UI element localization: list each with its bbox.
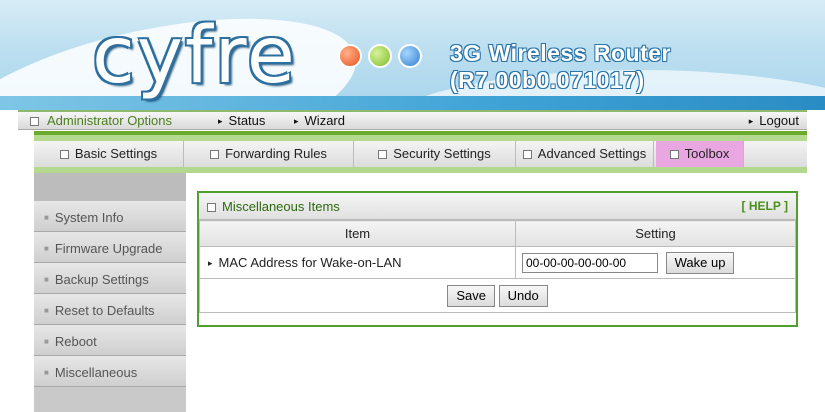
menu-status[interactable]: ▸ Status	[218, 113, 265, 128]
mac-address-input[interactable]	[522, 253, 658, 273]
sidebar-item-label: Miscellaneous	[54, 365, 138, 380]
panel-header: Miscellaneous Items [ HELP ]	[199, 193, 796, 220]
sidebar-item-miscellaneous[interactable]: ■ Miscellaneous	[34, 356, 186, 387]
sidebar-item-system-info[interactable]: ■ System Info	[34, 201, 186, 232]
tab-advanced-settings[interactable]: Advanced Settings	[516, 141, 654, 167]
panel-title: Miscellaneous Items	[222, 199, 340, 214]
tab-toolbox[interactable]: Toolbox	[656, 141, 744, 167]
red-dot-icon	[338, 44, 362, 68]
green-dot-icon	[368, 44, 392, 68]
sidebar-item-label: Firmware Upgrade	[54, 241, 163, 256]
settings-table: Item Setting ▸ MAC Address for Wake-on-LA…	[199, 220, 796, 313]
square-icon	[522, 150, 532, 159]
sidebar-item-label: Reboot	[54, 334, 97, 349]
setting-cell: Wake up	[515, 246, 796, 279]
triangle-right-icon: ▸	[294, 116, 299, 126]
brand-logo: cyfre	[92, 6, 362, 106]
menu-label: Wizard	[304, 113, 345, 128]
menu-administrator-options[interactable]: Administrator Options	[30, 113, 172, 128]
sidebar-item-backup-settings[interactable]: ■ Backup Settings	[34, 263, 186, 294]
bullet-icon: ■	[44, 368, 49, 377]
table-header-row: Item Setting	[199, 220, 796, 247]
misc-items-panel: Miscellaneous Items [ HELP ] Item Settin…	[197, 191, 798, 327]
top-menu: Administrator Options ▸ Status ▸ Wizard ▸ L…	[18, 110, 807, 130]
triangle-right-icon: ▸	[748, 116, 754, 126]
logo-dots-icon	[338, 42, 428, 70]
product-title: 3G Wireless Router (R7.00b0.071017)	[450, 40, 671, 93]
table-row: ▸ MAC Address for Wake-on-LAN Wake up	[199, 246, 796, 279]
square-icon	[210, 150, 220, 159]
blue-dot-icon	[398, 44, 422, 68]
help-link[interactable]: [ HELP ]	[742, 193, 788, 220]
sidebar-item-reset-to-defaults[interactable]: ■ Reset to Defaults	[34, 294, 186, 325]
tab-label: Advanced Settings	[537, 146, 647, 161]
sidebar: ■ System Info ■ Firmware Upgrade ■ Backup S…	[34, 173, 186, 412]
action-cell: Save Undo	[199, 278, 796, 313]
sidebar-item-label: Reset to Defaults	[54, 303, 155, 318]
square-icon	[30, 117, 39, 126]
square-icon	[378, 150, 388, 159]
sidebar-item-firmware-upgrade[interactable]: ■ Firmware Upgrade	[34, 232, 186, 263]
menu-wizard[interactable]: ▸ Wizard	[294, 113, 345, 128]
item-label: MAC Address for Wake-on-LAN	[218, 255, 402, 270]
header-banner: cyfre 3G Wireless Router (R7.00b0.071017…	[0, 0, 825, 110]
tab-label: Security Settings	[393, 146, 491, 161]
triangle-right-icon: ▸	[208, 258, 213, 268]
bullet-icon: ■	[44, 244, 49, 253]
tab-basic-settings[interactable]: Basic Settings	[34, 141, 184, 167]
sidebar-item-label: Backup Settings	[54, 272, 149, 287]
bullet-icon: ■	[44, 213, 49, 222]
menu-logout[interactable]: ▸ Logout	[749, 113, 799, 128]
triangle-right-icon: ▸	[218, 116, 223, 126]
column-header-item: Item	[199, 220, 516, 247]
column-header-setting: Setting	[515, 220, 796, 247]
tab-security-settings[interactable]: Security Settings	[354, 141, 516, 167]
wake-up-button[interactable]: Wake up	[665, 251, 735, 274]
square-icon	[59, 150, 69, 159]
tab-row: Basic Settings Forwarding Rules Security…	[34, 141, 807, 167]
bullet-icon: ■	[44, 306, 49, 315]
sidebar-item-reboot[interactable]: ■ Reboot	[34, 325, 186, 356]
tab-label: Basic Settings	[74, 146, 158, 161]
item-cell: ▸ MAC Address for Wake-on-LAN	[199, 246, 516, 279]
action-row: Save Undo	[199, 278, 796, 313]
menu-label: Status	[228, 113, 266, 128]
square-icon	[207, 203, 216, 212]
tab-label: Forwarding Rules	[225, 146, 327, 161]
tab-forwarding-rules[interactable]: Forwarding Rules	[184, 141, 354, 167]
square-icon	[669, 150, 679, 159]
menu-label: Logout	[759, 113, 799, 128]
bullet-icon: ■	[44, 337, 49, 346]
brand-logo-text: cyfre	[92, 11, 297, 101]
menu-label: Administrator Options	[47, 113, 172, 128]
undo-button[interactable]: Undo	[498, 284, 548, 307]
save-button[interactable]: Save	[447, 284, 495, 307]
sidebar-item-label: System Info	[54, 210, 124, 225]
tab-bar: Basic Settings Forwarding Rules Security…	[34, 131, 807, 173]
sidebar-header	[34, 173, 186, 201]
bullet-icon: ■	[44, 275, 49, 284]
tab-label: Toolbox	[684, 146, 730, 161]
